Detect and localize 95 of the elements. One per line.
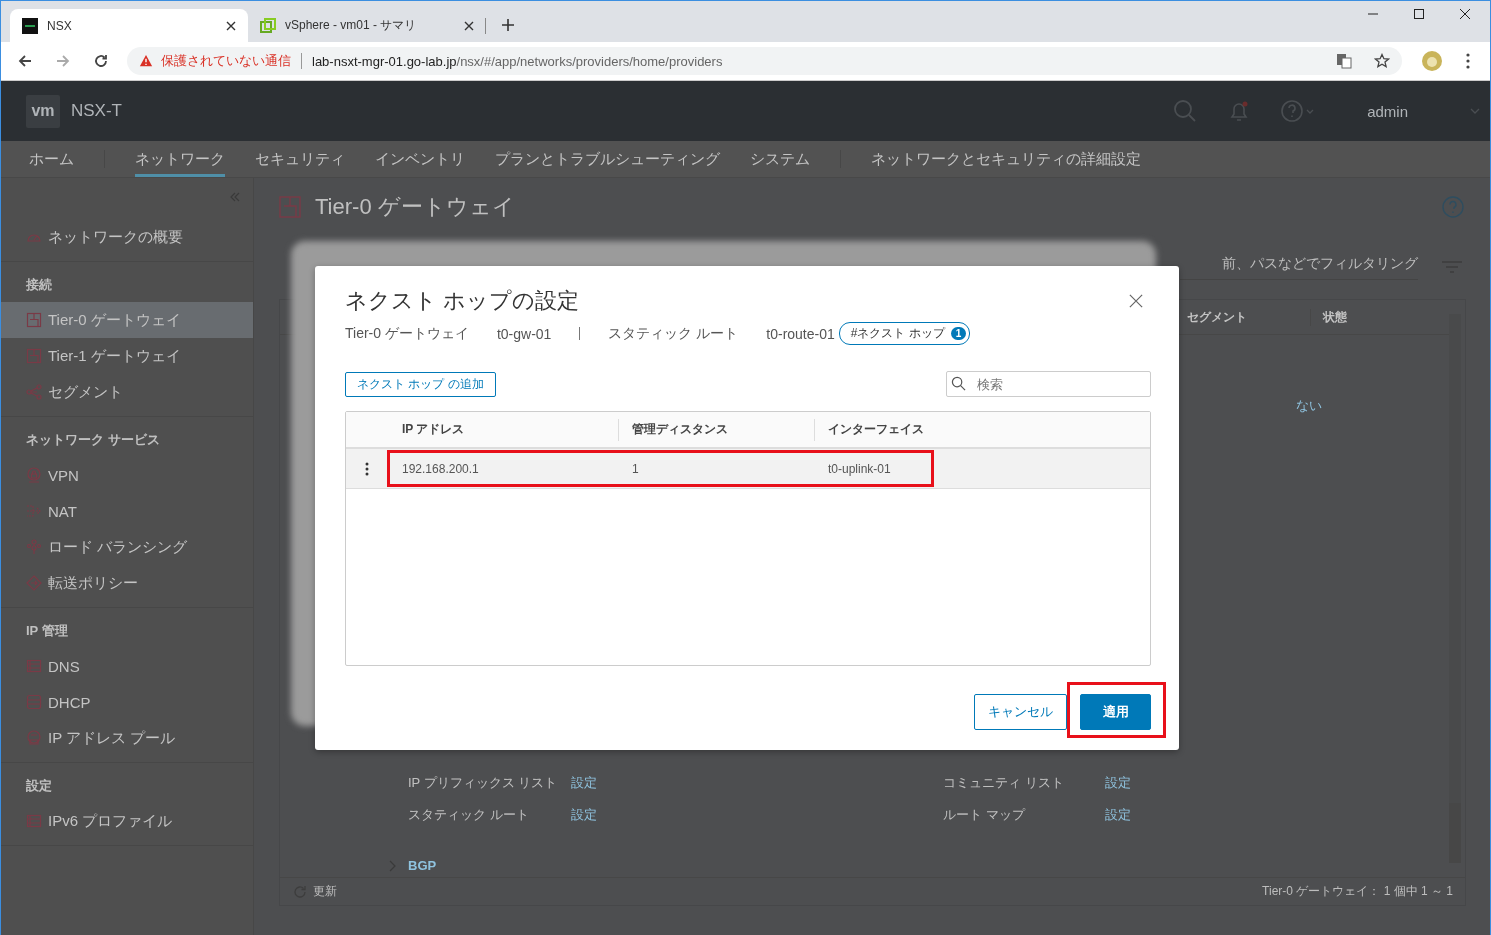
section-heading: ネットワーク サービス [25,431,161,449]
column-header: セグメント [1180,308,1311,326]
new-tab-icon[interactable] [502,19,514,31]
tab-title: vSphere - vm01 - サマリ [285,17,418,34]
configure-link[interactable]: 設定 [1105,806,1449,824]
item-count: Tier-0 ゲートウェイ： 1 個中 1 ～ 1 [1262,883,1453,900]
diamond-icon [26,575,42,591]
nav-tab[interactable]: セキュリティ [255,141,345,177]
table-cell-text: 192.168.200.1 [401,461,480,476]
tab-title: NSX [47,18,73,33]
search-icon [951,376,966,391]
server-icon [26,658,42,674]
nodes-icon [26,384,42,400]
setting-label: スタティック ルート [408,806,530,824]
sidebar-item[interactable]: ネットワークの概要 [1,219,253,255]
dialog-title: ネクスト ホップの設定 [345,287,580,315]
user-menu[interactable]: admin [1367,102,1408,120]
browser-tab[interactable]: NSX [10,9,248,42]
sidebar-item[interactable]: DNS [1,648,253,684]
address-bar[interactable]: 保護されていない通信 lab-nsxt-mgr-01.go-lab.jp/nsx/#/app/networks/providers/home/providers [127,47,1402,75]
product-name: NSX-T [71,101,122,121]
sidebar-item[interactable]: 転送ポリシー [1,565,253,601]
close-icon[interactable] [1459,8,1471,20]
breadcrumb-label: スタティック ルート [608,324,739,343]
configure-link[interactable]: 設定 [571,774,943,792]
column-header: 管理ディスタンス [619,418,815,441]
section-heading: IP 管理 [25,622,69,640]
breadcrumb-value: t0-gw-01 [496,325,552,342]
help-icon[interactable] [1281,99,1316,123]
close-icon[interactable] [1129,294,1143,308]
breadcrumb-value: t0-route-01 [766,325,835,342]
table-cell-text: t0-uplink-01 [827,461,891,476]
nav-tab[interactable]: ホーム [29,141,74,177]
filter-field[interactable]: 前、パスなどでフィルタリング [1180,254,1418,280]
refresh-button[interactable]: 更新 [313,883,337,900]
tag: #ネクスト ホップ 1 [838,322,971,345]
lock-icon [26,467,42,483]
table-row[interactable]: 192.168.200.1 1 t0-uplink-01 [346,449,1150,489]
column-header: IP アドレス [388,418,619,441]
favicon-icon [22,17,38,34]
url-text: lab-nsxt-mgr-01.go-lab.jp/nsx/#/app/networks/providers/home/providers [312,53,723,69]
cancel-button[interactable]: キャンセル [974,694,1067,730]
tree-icon [26,539,42,555]
logo: vm [26,94,60,128]
sidebar-item[interactable]: DHCP [1,684,253,720]
warning-icon [139,54,153,68]
security-warning: 保護されていない通信 [161,52,291,70]
gateway-icon [26,312,42,328]
sidebar-item[interactable]: IPv6 プロファイル [1,803,253,839]
table-cell-text: 1 [631,461,640,476]
link[interactable]: ない [1296,397,1322,415]
translate-icon[interactable] [1336,53,1352,69]
favicon-icon [260,17,276,34]
avatar[interactable] [1422,51,1442,71]
more-icon[interactable] [365,461,369,476]
column-header: 状態 [1321,308,1348,326]
section-heading: 接続 [25,276,53,294]
nav-tab[interactable]: システム [750,141,810,177]
sidebar-item[interactable]: ロード バランシング [1,529,253,565]
breadcrumb-label: Tier-0 ゲートウェイ [345,324,469,343]
star-icon[interactable] [1374,53,1390,69]
gateway-icon [279,195,301,218]
nav-tab[interactable]: プランとトラブルシューティング [495,141,720,177]
globe-icon [26,730,42,746]
setting-label: コミュニティ リスト [943,774,1065,792]
section-toggle[interactable]: BGP [408,858,437,873]
page-title: Tier-0 ゲートウェイ [315,192,515,221]
section-heading: 設定 [25,777,53,795]
search-field[interactable]: 検索 [946,371,1151,397]
apply-button[interactable]: 適用 [1080,694,1151,730]
close-icon[interactable] [226,20,236,31]
arrow-icon [26,503,42,519]
menu-icon[interactable] [1466,53,1470,69]
nav-tab[interactable]: ネットワークとセキュリティの詳細設定 [871,141,1141,177]
server-icon [26,813,42,829]
nav-tab[interactable]: インベントリ [375,141,465,177]
sidebar-item[interactable]: Tier-0 ゲートウェイ [1,302,253,338]
configure-link[interactable]: 設定 [1105,774,1449,792]
configure-link[interactable]: 設定 [571,806,943,824]
add-button[interactable]: ネクスト ホップ の追加 [345,371,496,397]
browser-tab[interactable]: vSphere - vm01 - サマリ [248,9,486,42]
setting-label: IP プリフィックス リスト [408,774,559,792]
column-header: インターフェイス [827,421,924,438]
sidebar-item[interactable]: VPN [1,457,253,493]
close-icon[interactable] [464,20,474,31]
search-icon[interactable] [1173,99,1198,123]
sidebar-item[interactable]: Tier-1 ゲートウェイ [1,338,253,374]
maximize-icon[interactable] [1413,8,1425,20]
setting-label: ルート マップ [943,806,1027,824]
sidebar-item[interactable]: IP アドレス プール [1,720,253,756]
sidebar-item[interactable]: セグメント [1,374,253,410]
stack-icon [26,694,42,710]
sidebar-item[interactable]: NAT [1,493,253,529]
caret-icon[interactable] [1470,108,1480,114]
gateway-icon [26,348,42,364]
